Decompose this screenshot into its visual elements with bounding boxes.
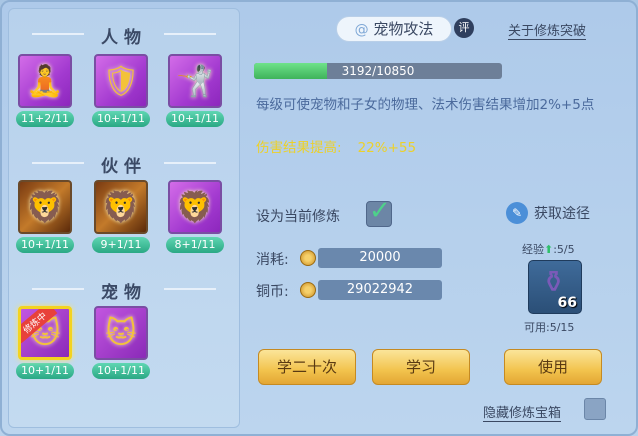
level-badge: 10+1/11 [166,111,224,127]
level-badge: 8+1/11 [166,237,224,253]
skill-title: @ 宠物攻法 [336,16,452,42]
section-title-character: 人物 [8,23,240,48]
bonus-label: 伤害结果提高: [256,140,342,156]
hide-box-checkbox[interactable] [584,398,606,420]
training-item-slot[interactable]: ⚱ 66 [528,260,582,314]
learn-twenty-button[interactable]: 学二十次 [258,349,356,385]
partner-card-1[interactable]: 🦁 10+1/11 [16,180,74,253]
copper-label: 铜币: [256,284,289,300]
cost-value: 20000 [318,248,442,268]
pet-card-1[interactable]: 🐱 修炼中 10+1/11 [16,306,74,379]
character-shield-icon: 🛡 [94,54,148,108]
set-current-checkbox[interactable]: ✓ [366,196,392,227]
character-card-3[interactable]: 🤺 10+1/11 [166,54,224,127]
partner-attack-icon: 🦁 [18,180,72,234]
usable-count: 可用:5/15 [524,321,575,334]
cost-label: 消耗: [256,252,289,268]
partner-card-2[interactable]: 🦁 9+1/11 [92,180,150,253]
set-current-label: 设为当前修炼 [256,209,340,225]
level-badge: 9+1/11 [92,237,150,253]
coin-icon [300,250,316,266]
partner-shield-icon: 🦁 [94,180,148,234]
breakthrough-link[interactable]: 关于修炼突破 [508,20,587,40]
exp-label: 经验⬆:5/5 [522,243,575,256]
hide-box-label: 隐藏修炼宝箱 [483,402,562,422]
check-icon: ✓ [369,196,391,226]
character-card-1[interactable]: 🧘 11+2/11 [16,54,74,127]
up-arrow-icon: ⬆ [544,243,554,256]
swirl-icon: @ [354,22,369,38]
use-button[interactable]: 使用 [504,349,602,385]
copper-value: 29022942 [318,280,442,300]
get-way-button[interactable]: ✎ 获取途径 [506,202,590,224]
level-badge: 11+2/11 [16,111,74,127]
level-badge: 10+1/11 [16,237,74,253]
section-title-pet: 宠物 [8,278,240,303]
skill-description: 每级可使宠物和子女的物理、法术伤害结果增加2%+5点 [256,97,595,113]
bonus-value: 22%+55 [357,140,417,156]
evaluate-badge[interactable]: 评 [454,18,474,38]
pet-defense-icon: 🐱 [94,306,148,360]
partner-card-3[interactable]: 🦁 8+1/11 [166,180,224,253]
section-title-partner: 伙伴 [8,152,240,177]
item-count: 66 [557,295,577,311]
level-badge: 10+1/11 [16,363,74,379]
book-icon: ✎ [506,202,528,224]
character-defense-icon: 🤺 [168,54,222,108]
character-skill-icon: 🧘 [18,54,72,108]
partner-palm-icon: 🦁 [168,180,222,234]
exp-progress-bar: 3192/10850 [254,63,502,79]
level-badge: 10+1/11 [92,363,150,379]
pet-card-2[interactable]: 🐱 10+1/11 [92,306,150,379]
learn-button[interactable]: 学习 [372,349,470,385]
progress-text: 3192/10850 [341,64,415,78]
pet-attack-icon: 🐱 修炼中 [18,306,72,360]
bonus-line: 伤害结果提高: 22%+55 [256,136,416,156]
coin-icon [300,282,316,298]
character-card-2[interactable]: 🛡 10+1/11 [92,54,150,127]
level-badge: 10+1/11 [92,111,150,127]
